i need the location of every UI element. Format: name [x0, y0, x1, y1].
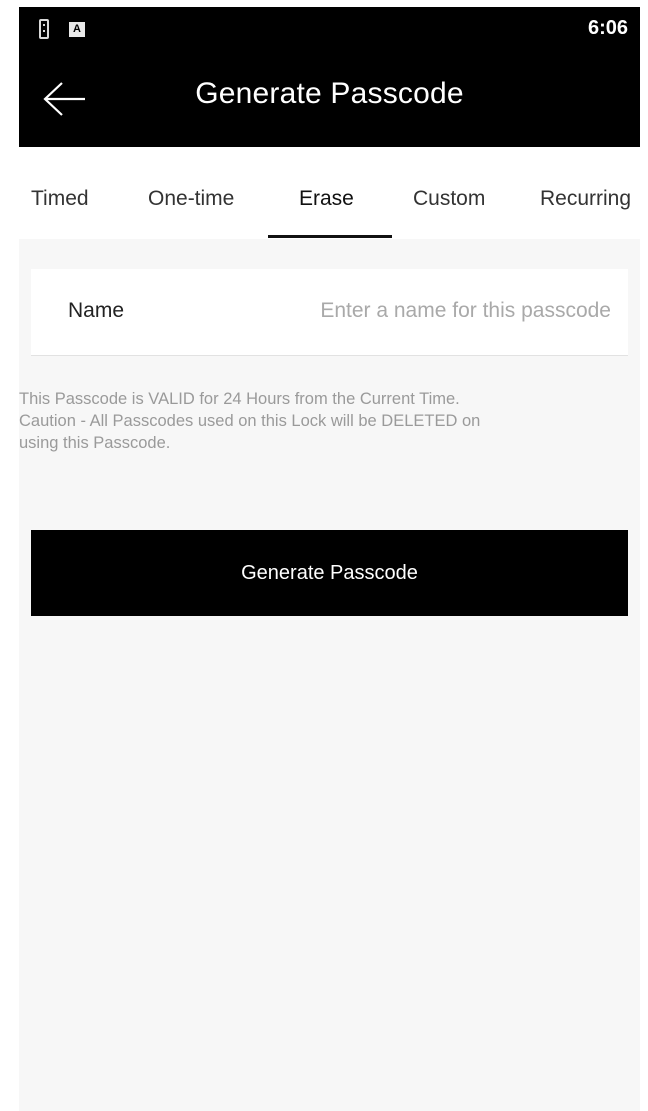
status-icons: A	[39, 19, 85, 39]
tab-recurring[interactable]: Recurring	[540, 187, 631, 211]
sim-card-icon	[39, 19, 49, 39]
generate-passcode-button[interactable]: Generate Passcode	[31, 530, 628, 616]
info-line: using this Passcode.	[19, 434, 171, 452]
name-field-card: Name	[31, 269, 628, 356]
tab-custom[interactable]: Custom	[413, 187, 485, 211]
name-input[interactable]	[241, 291, 611, 331]
a-notification-icon: A	[69, 21, 85, 37]
app-screen: A 6:06 Generate Passcode Timed One-time …	[19, 7, 640, 1111]
top-bar: A 6:06 Generate Passcode	[19, 7, 640, 147]
tab-timed[interactable]: Timed	[31, 187, 89, 211]
status-time: 6:06	[587, 17, 628, 39]
info-line: This Passcode is VALID for 24 Hours from…	[19, 390, 460, 408]
page-title: Generate Passcode	[195, 77, 464, 110]
tab-bar: Timed One-time Erase Custom Recurring	[19, 147, 640, 239]
tab-one-time[interactable]: One-time	[148, 187, 234, 211]
info-line: Caution - All Passcodes used on this Loc…	[19, 412, 481, 430]
tab-erase[interactable]: Erase	[299, 187, 354, 211]
active-tab-indicator	[268, 235, 392, 238]
passcode-info-text: This Passcode is VALID for 24 Hours from…	[19, 388, 619, 454]
name-label: Name	[68, 299, 125, 322]
